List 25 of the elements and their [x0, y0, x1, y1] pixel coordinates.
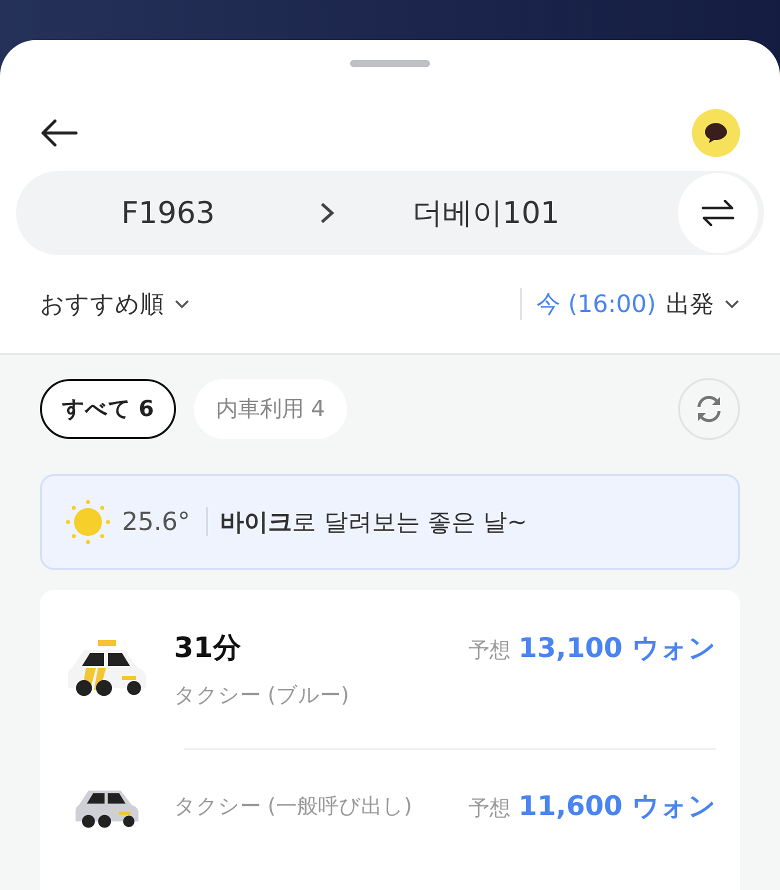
swap-button[interactable] [678, 173, 758, 254]
chevron-down-icon [174, 298, 190, 309]
sun-icon [66, 500, 110, 544]
duration-text: 31分 [174, 630, 241, 666]
price-text: 11,600 ウォン [518, 790, 716, 824]
speech-bubble-icon [704, 122, 728, 144]
swap-icon [701, 200, 735, 226]
origin-text[interactable]: F1963 [16, 196, 320, 231]
destination-text[interactable]: 더베이101 [334, 192, 638, 234]
price-text: 13,100 ウォン [518, 632, 716, 666]
temperature-text: 25.6° [122, 507, 208, 536]
filter-chip[interactable]: すべて 6 [40, 378, 176, 439]
sort-dropdown[interactable]: おすすめ順 [40, 288, 190, 320]
chevron-down-icon [724, 298, 740, 309]
departure-dropdown[interactable]: 今 (16:00) 出発 [520, 288, 740, 320]
option-name: タクシー (一般呼び出し) [174, 792, 412, 820]
price-label: 予想 [468, 636, 510, 664]
weather-message: 바이크로 달려보는 좋은 날~ [220, 506, 528, 538]
option-name: タクシー (ブルー) [174, 682, 350, 709]
chat-button[interactable] [692, 109, 740, 158]
drag-handle[interactable] [350, 60, 430, 68]
price-label: 予想 [468, 794, 510, 822]
chevron-right-icon [320, 202, 334, 224]
back-icon[interactable] [40, 119, 78, 148]
filter-chip[interactable]: 内車利用 4 [194, 378, 347, 439]
